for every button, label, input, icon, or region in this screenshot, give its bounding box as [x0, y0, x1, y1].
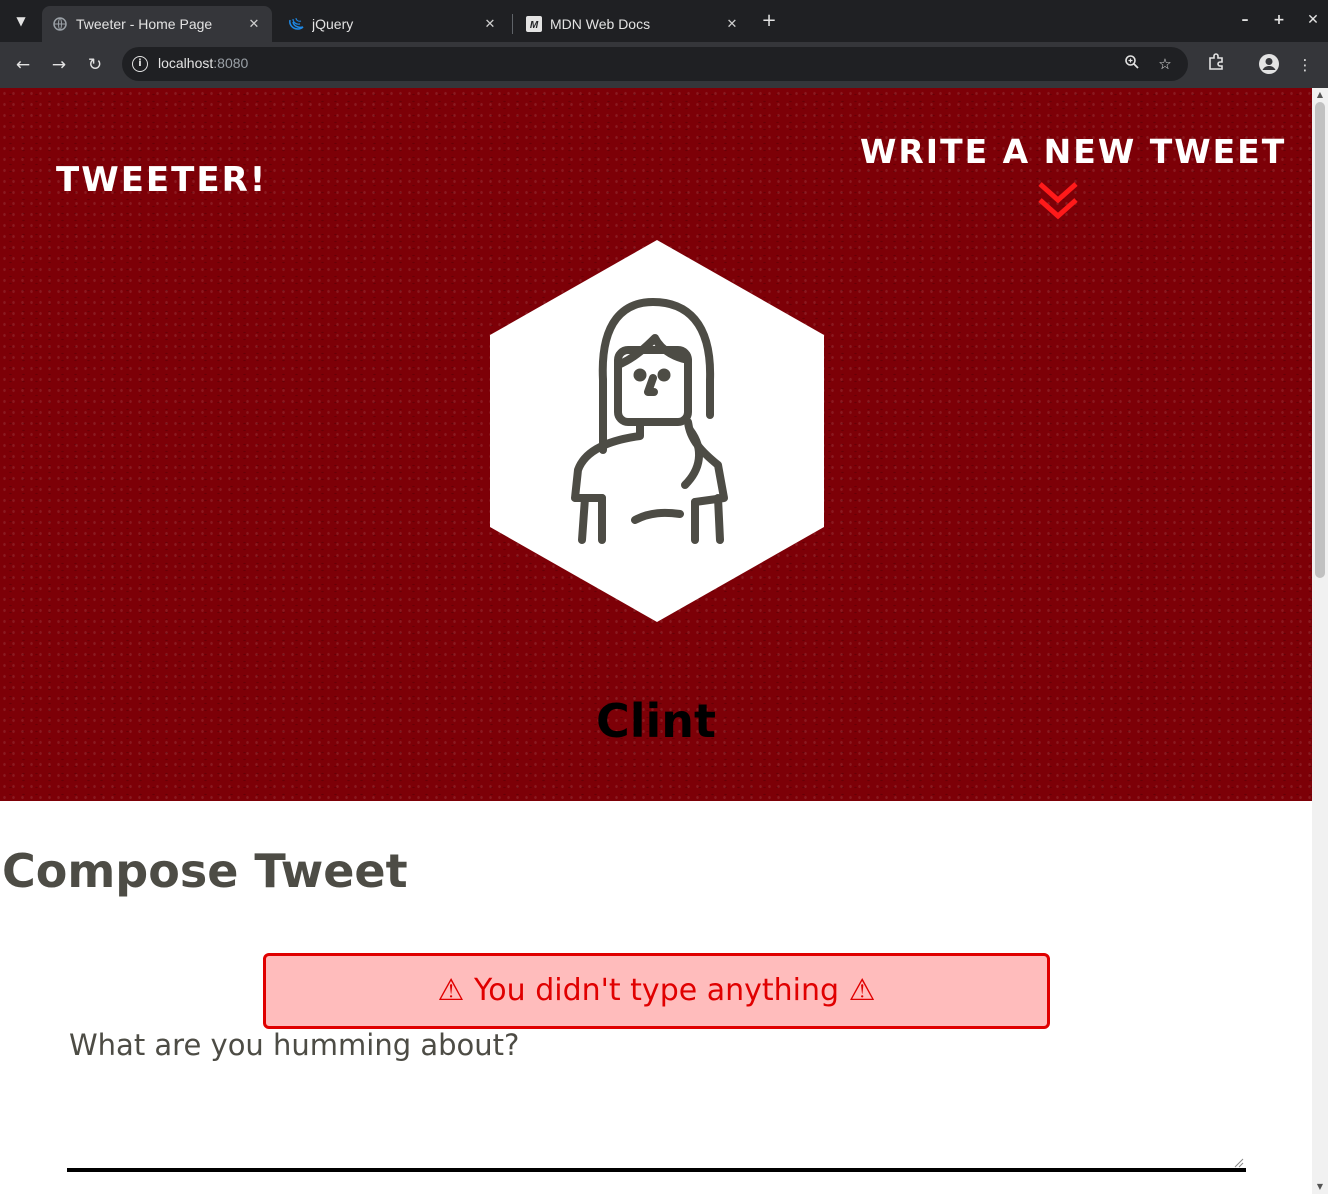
- tab-title: Tweeter - Home Page: [76, 16, 213, 32]
- url-text[interactable]: localhost:8080: [158, 55, 248, 71]
- site-info-icon[interactable]: i: [132, 56, 148, 72]
- close-icon: ✕: [1307, 12, 1319, 28]
- mdn-icon: M: [526, 16, 542, 32]
- tab-title: MDN Web Docs: [550, 16, 651, 32]
- profile-username: Clint: [595, 694, 717, 748]
- avatar: [490, 240, 824, 622]
- arrow-right-icon: →: [51, 55, 67, 75]
- scrollbar-thumb[interactable]: [1315, 102, 1325, 578]
- jquery-icon: [288, 16, 304, 32]
- tab-tweeter[interactable]: Tweeter - Home Page ✕: [42, 6, 272, 42]
- scroll-up-icon[interactable]: ▲: [1312, 88, 1328, 102]
- close-icon[interactable]: ✕: [724, 16, 740, 32]
- reload-button[interactable]: ↻: [81, 51, 109, 79]
- forward-button[interactable]: →: [45, 51, 73, 79]
- close-window-button[interactable]: ✕: [1302, 8, 1324, 32]
- plus-icon: +: [761, 10, 777, 31]
- minimize-button[interactable]: –: [1234, 8, 1256, 32]
- back-button[interactable]: ←: [9, 51, 37, 79]
- globe-icon: [52, 16, 68, 32]
- close-icon[interactable]: ✕: [246, 16, 262, 32]
- bookmark-star-icon[interactable]: ☆: [1155, 54, 1175, 74]
- profile-avatar-icon[interactable]: [1257, 53, 1281, 77]
- new-tab-button[interactable]: +: [758, 8, 780, 34]
- svg-text:M: M: [530, 20, 539, 31]
- compose-title: Compose Tweet: [2, 844, 408, 898]
- reload-icon: ↻: [87, 55, 103, 75]
- tab-strip: ▼ Tweeter - Home Page ✕ jQuery ✕ M MDN W…: [0, 0, 1328, 42]
- tab-jquery[interactable]: jQuery ✕: [278, 6, 508, 42]
- write-new-tweet-link[interactable]: Write a new tweet: [860, 132, 1286, 171]
- arrow-left-icon: ←: [15, 55, 31, 75]
- resize-grip-icon[interactable]: [1234, 1158, 1244, 1168]
- url-port: :8080: [213, 55, 249, 71]
- tab-divider: [512, 14, 513, 34]
- browser-toolbar: ← → ↻ i localhost:8080 ☆ ⋮: [0, 42, 1328, 88]
- page-viewport: Tweeter! Write a new tweet: [0, 88, 1312, 1194]
- hero-header: Tweeter! Write a new tweet: [0, 88, 1312, 801]
- close-icon[interactable]: ✕: [482, 16, 498, 32]
- url-host: localhost: [158, 55, 214, 71]
- double-chevron-down-icon[interactable]: [1036, 180, 1080, 224]
- maximize-icon: +: [1273, 12, 1285, 28]
- page-scrollbar[interactable]: ▲ ▼: [1312, 88, 1328, 1194]
- error-message: ⚠ You didn't type anything ⚠: [263, 953, 1050, 1029]
- extensions-icon[interactable]: [1204, 53, 1228, 77]
- tweet-textarea[interactable]: [67, 1028, 1246, 1172]
- scroll-down-icon[interactable]: ▼: [1312, 1180, 1328, 1194]
- brand-logo[interactable]: Tweeter!: [56, 160, 267, 200]
- chevron-down-icon: ▼: [16, 14, 26, 28]
- zoom-icon[interactable]: [1122, 54, 1142, 74]
- maximize-button[interactable]: +: [1268, 8, 1290, 32]
- tab-search-button[interactable]: ▼: [8, 8, 34, 34]
- minimize-icon: –: [1241, 12, 1249, 28]
- tab-title: jQuery: [312, 16, 354, 32]
- address-bar[interactable]: i localhost:8080 ☆: [122, 47, 1188, 81]
- menu-dots-icon[interactable]: ⋮: [1293, 53, 1317, 77]
- tab-mdn[interactable]: M MDN Web Docs ✕: [516, 6, 750, 42]
